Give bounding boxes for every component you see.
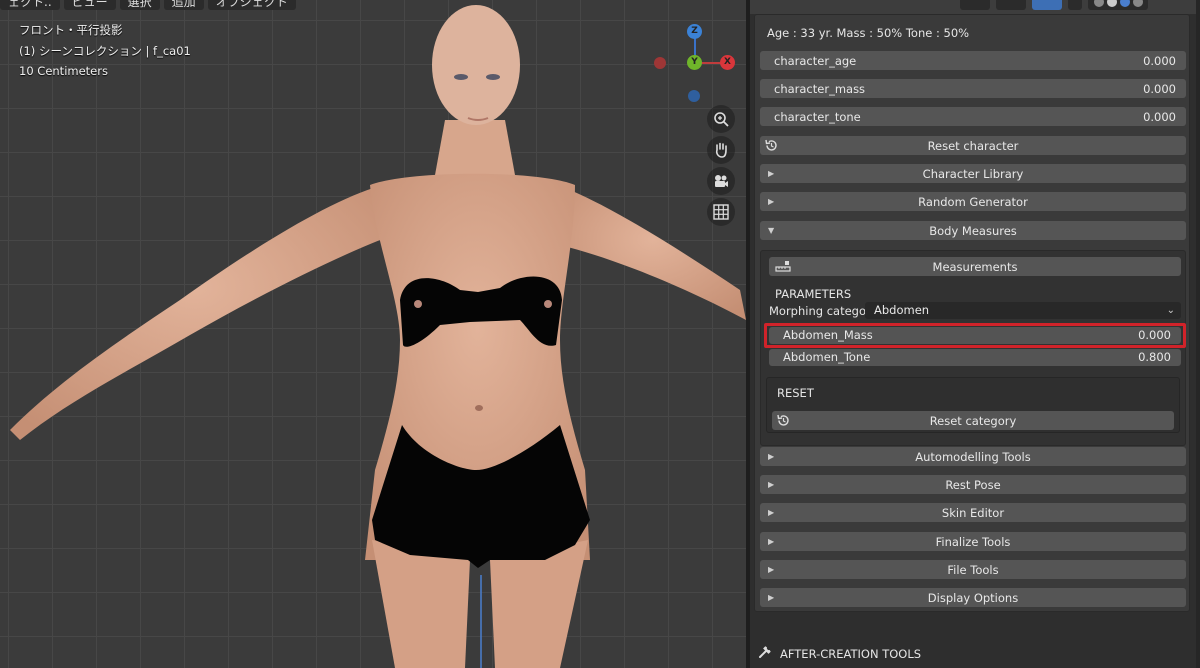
section-label: Character Library [922,166,1024,181]
rendered-shading-icon[interactable] [1132,0,1143,7]
expand-arrow-icon: ▶ [768,169,775,178]
section-label: Body Measures [929,223,1017,238]
reset-history-icon [764,138,779,156]
section-label: Rest Pose [945,477,1001,492]
section-character-library[interactable]: ▶ Character Library [760,164,1186,183]
gizmo-z-axis[interactable]: Z [687,24,702,39]
character-model[interactable] [0,0,746,668]
reset-category-button[interactable]: Reset category [772,411,1174,430]
overlay-toggle-icon[interactable] [1032,0,1062,10]
section-label: Random Generator [918,194,1028,209]
header-tools [960,0,1148,10]
slider-label: Abdomen_Tone [783,350,871,364]
reset-character-button[interactable]: Reset character [760,136,1186,155]
expand-arrow-icon: ▶ [768,197,775,206]
expand-arrow-icon: ▶ [768,452,775,461]
section-random-generator[interactable]: ▶ Random Generator [760,192,1186,211]
shading-modes [1088,0,1148,10]
character-tone-field[interactable]: character_tone 0.000 [760,107,1186,126]
reset-heading: RESET [777,386,814,400]
parameters-heading: PARAMETERS [775,287,852,301]
collapse-arrow-icon: ▼ [768,226,775,235]
orientation-gizmo[interactable]: Z Y X [650,24,740,104]
section-display-options[interactable]: ▶ Display Options [760,588,1186,607]
morphing-category-select[interactable]: Abdomen ⌄ [865,302,1181,319]
expand-arrow-icon: ▶ [768,508,775,517]
section-body-measures[interactable]: ▼ Body Measures [760,221,1186,240]
section-label: Skin Editor [941,505,1005,520]
section-label: Finalize Tools [935,534,1011,549]
ruler-icon [775,259,791,276]
field-label: character_mass [774,81,866,96]
material-shading-icon[interactable] [1119,0,1130,7]
button-label: Measurements [932,259,1018,274]
zoom-icon[interactable] [707,105,735,133]
section-label: File Tools [947,562,999,577]
expand-arrow-icon: ▶ [768,480,775,489]
field-label: character_age [774,53,857,68]
expand-arrow-icon: ▶ [768,537,775,546]
measurements-button[interactable]: Measurements [769,257,1181,276]
reset-history-icon [776,413,791,431]
section-finalize-tools[interactable]: ▶ Finalize Tools [760,532,1186,551]
gizmo-neg-x-axis[interactable] [654,57,666,69]
hand-pan-icon[interactable] [707,136,735,164]
section-label: Display Options [927,590,1019,605]
wireframe-shading-icon[interactable] [1093,0,1104,7]
morphing-category-label: Morphing categor.. [769,304,877,318]
gizmo-neg-z-axis[interactable] [688,90,700,102]
highlight-annotation [764,323,1186,348]
section-label: Automodelling Tools [915,449,1031,464]
morphing-category-row: Morphing categor.. Abdomen ⌄ [769,302,1181,320]
panel-scrollbar[interactable] [1196,0,1200,668]
mb-lab-panel: Age : 33 yr. Mass : 50% Tone : 50% chara… [754,14,1190,612]
slider-value: 0.800 [1138,350,1171,364]
gizmo-y-axis[interactable]: Y [687,55,702,70]
gizmo-x-axis[interactable]: X [720,55,735,70]
field-value: 0.000 [1143,81,1176,96]
section-automodelling-tools[interactable]: ▶ Automodelling Tools [760,447,1186,466]
camera-icon[interactable] [707,167,735,195]
xray-icon[interactable] [1068,0,1082,10]
character-mass-field[interactable]: character_mass 0.000 [760,79,1186,98]
character-age-field[interactable]: character_age 0.000 [760,51,1186,70]
section-rest-pose[interactable]: ▶ Rest Pose [760,475,1186,494]
character-info: Age : 33 yr. Mass : 50% Tone : 50% [767,26,970,40]
after-creation-tools-header[interactable]: AFTER-CREATION TOOLS [758,645,921,662]
select-tool-icon[interactable] [960,0,990,10]
3d-viewport[interactable]: ェクト.. ビュー 選択 追加 オブジェクト フロント・平行投影 (1) シーン… [0,0,746,668]
sidebar-panel: Age : 33 yr. Mass : 50% Tone : 50% chara… [750,14,1196,668]
section-file-tools[interactable]: ▶ File Tools [760,560,1186,579]
field-value: 0.000 [1143,53,1176,68]
grid-icon[interactable] [707,198,735,226]
section-skin-editor[interactable]: ▶ Skin Editor [760,503,1186,522]
wrench-icon [758,645,772,662]
expand-arrow-icon: ▶ [768,565,775,574]
abdomen-tone-slider[interactable]: Abdomen_Tone 0.800 [769,349,1181,366]
expand-arrow-icon: ▶ [768,593,775,602]
field-label: character_tone [774,109,861,124]
field-value: 0.000 [1143,109,1176,124]
chevron-down-icon: ⌄ [1166,305,1175,316]
transform-tool-icon[interactable] [996,0,1026,10]
reset-category-box: RESET Reset category [766,377,1180,433]
button-label: Reset character [927,138,1019,153]
section-label: AFTER-CREATION TOOLS [780,646,922,661]
solid-shading-icon[interactable] [1106,0,1117,7]
dropdown-value: Abdomen [874,303,930,317]
button-label: Reset category [929,413,1017,428]
